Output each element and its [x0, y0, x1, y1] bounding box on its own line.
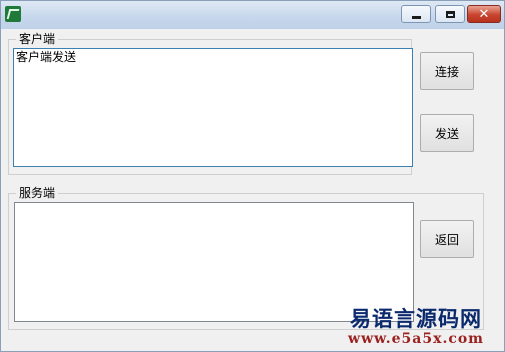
minimize-button[interactable]	[401, 5, 431, 23]
client-area: 客户端 客户端发送 连接 发送 服务端 返回	[2, 29, 503, 350]
watermark: 易语言源码网 www.e5a5x.com	[348, 306, 484, 348]
app-icon[interactable]	[5, 6, 21, 22]
minimize-icon	[411, 15, 421, 19]
maximize-icon	[445, 10, 455, 18]
server-group-label: 服务端	[16, 185, 59, 201]
server-receive-textbox[interactable]	[14, 202, 414, 322]
app-window: ✕ 客户端 客户端发送 连接 发送 服务端 返回 易语言源码网 www.e5a5…	[0, 0, 505, 352]
client-group-label: 客户端	[16, 31, 59, 47]
client-send-textbox[interactable]: 客户端发送	[13, 48, 413, 167]
watermark-title: 易语言源码网	[350, 306, 482, 331]
title-bar[interactable]: ✕	[1, 1, 504, 29]
return-button[interactable]: 返回	[420, 220, 474, 258]
connect-button[interactable]: 连接	[420, 52, 474, 90]
send-button[interactable]: 发送	[420, 114, 474, 152]
maximize-button[interactable]	[435, 5, 465, 23]
close-icon: ✕	[478, 6, 490, 22]
watermark-url: www.e5a5x.com	[348, 331, 484, 347]
close-button[interactable]: ✕	[467, 5, 501, 23]
